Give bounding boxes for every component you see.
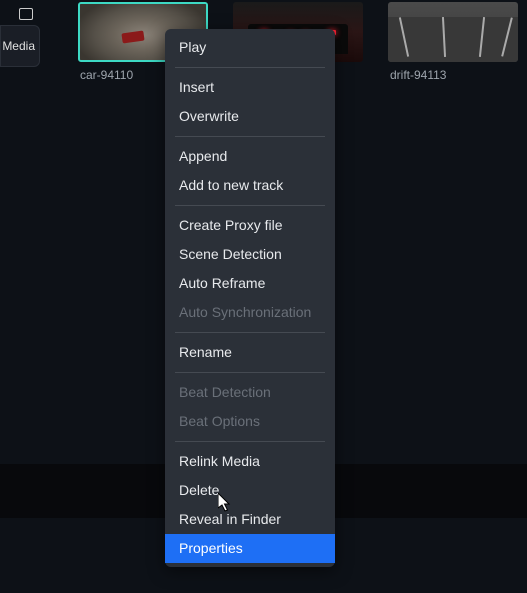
menu-item-auto-synchronization: Auto Synchronization [165, 298, 335, 327]
menu-item-beat-detection: Beat Detection [165, 378, 335, 407]
menu-item-reveal-in-finder[interactable]: Reveal in Finder [165, 505, 335, 534]
menu-separator [175, 205, 325, 206]
menu-item-play[interactable]: Play [165, 33, 335, 62]
clip-label: drift-94113 [390, 68, 446, 82]
menu-item-properties[interactable]: Properties [165, 534, 335, 563]
sidebar-media-label: Media [2, 39, 35, 53]
clip-label: car-94110 [80, 68, 133, 82]
menu-separator [175, 136, 325, 137]
clip-thumbnail [388, 2, 518, 62]
menu-separator [175, 67, 325, 68]
menu-item-insert[interactable]: Insert [165, 73, 335, 102]
sidebar-media-tab[interactable]: Media [0, 25, 40, 67]
menu-item-auto-reframe[interactable]: Auto Reframe [165, 269, 335, 298]
media-folder-icon [19, 8, 33, 20]
menu-separator [175, 441, 325, 442]
menu-item-delete[interactable]: Delete [165, 476, 335, 505]
menu-item-beat-options: Beat Options [165, 407, 335, 436]
menu-item-rename[interactable]: Rename [165, 338, 335, 367]
menu-separator [175, 372, 325, 373]
menu-item-overwrite[interactable]: Overwrite [165, 102, 335, 131]
menu-item-relink-media[interactable]: Relink Media [165, 447, 335, 476]
menu-item-add-to-new-track[interactable]: Add to new track [165, 171, 335, 200]
media-clip-item[interactable]: drift-94113 [388, 2, 518, 82]
context-menu: Play InsertOverwrite AppendAdd to new trac… [165, 29, 335, 567]
menu-item-create-proxy-file[interactable]: Create Proxy file [165, 211, 335, 240]
menu-item-scene-detection[interactable]: Scene Detection [165, 240, 335, 269]
menu-item-append[interactable]: Append [165, 142, 335, 171]
menu-separator [175, 332, 325, 333]
